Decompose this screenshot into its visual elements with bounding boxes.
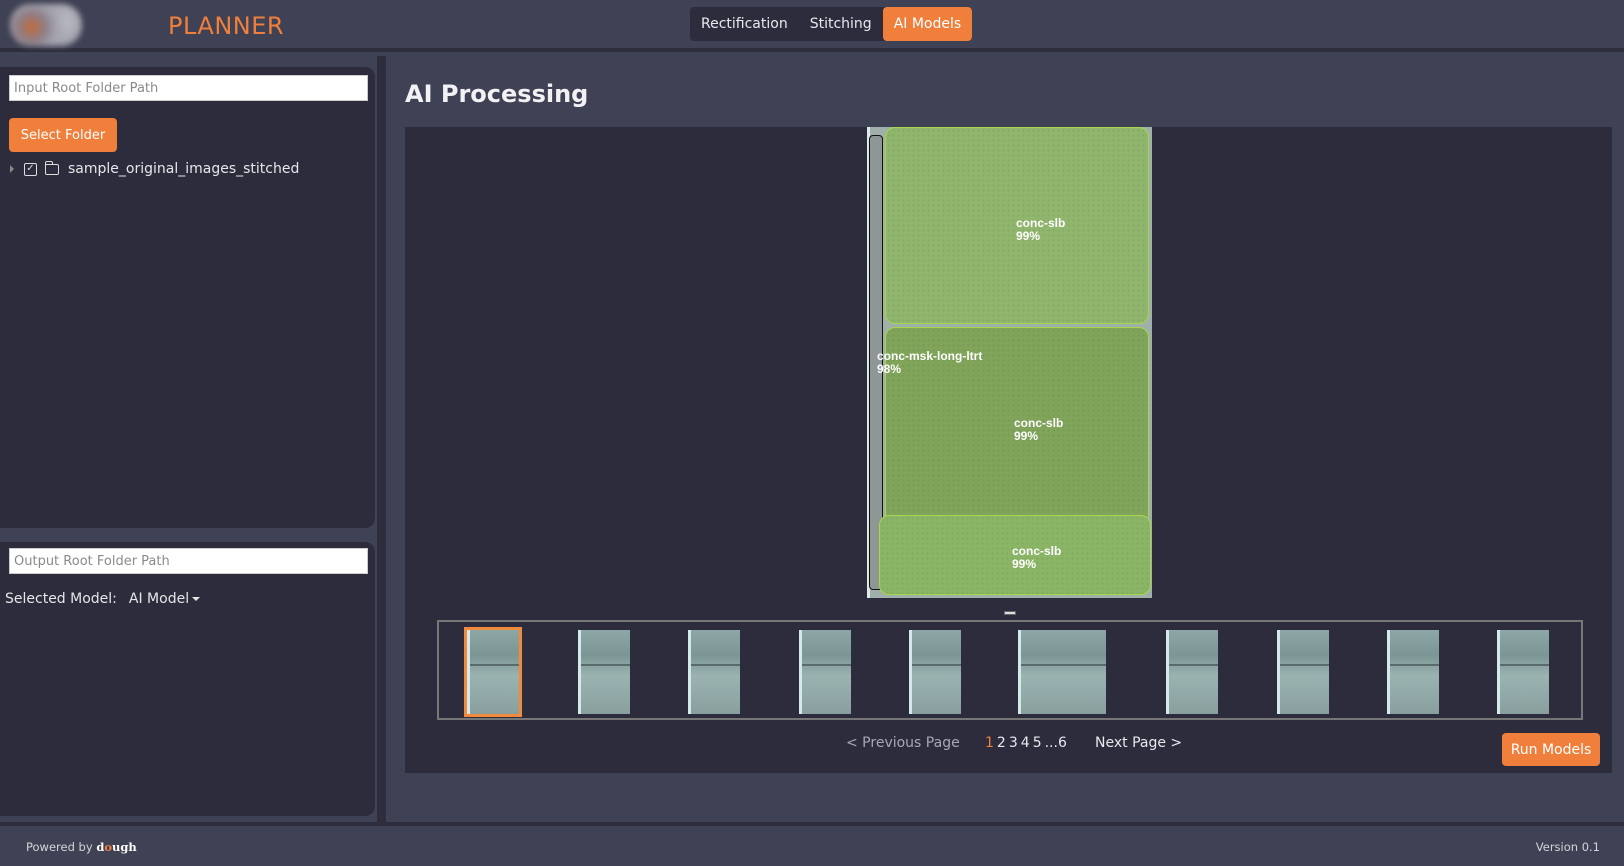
- logo: [10, 4, 82, 46]
- app-title: PLANNER: [168, 12, 285, 40]
- powered-by-text: Powered by: [26, 840, 93, 854]
- brand-letters: ugh: [112, 840, 137, 854]
- thumbnail[interactable]: [1387, 630, 1439, 714]
- detection-label: conc-slb 99%: [1012, 545, 1061, 571]
- detection-preview-image: conc-slb 99% conc-msk-long-ltrt 98% conc…: [867, 127, 1152, 598]
- main-tabs: Rectification Stitching AI Models: [690, 7, 973, 41]
- detection-confidence: 98%: [877, 362, 902, 376]
- input-root-folder-field[interactable]: [9, 75, 368, 101]
- version-label: Version 0.1: [1535, 840, 1600, 854]
- sidebar-resize-handle[interactable]: [377, 56, 386, 826]
- footer: Powered by dough Version 0.1: [0, 822, 1624, 866]
- thumbnail[interactable]: [1018, 630, 1106, 714]
- output-root-folder-field[interactable]: [9, 548, 368, 574]
- scroll-indicator[interactable]: [1004, 611, 1016, 615]
- detection-label: conc-slb 99%: [1014, 417, 1063, 443]
- detection-confidence: 99%: [1012, 557, 1037, 571]
- detection-confidence: 99%: [1016, 229, 1041, 243]
- page-number-link[interactable]: 2: [997, 735, 1006, 751]
- detection-label: conc-msk-long-ltrt 98%: [877, 350, 982, 376]
- next-page-link[interactable]: Next Page >: [1095, 735, 1182, 751]
- previous-page-link[interactable]: < Previous Page: [846, 735, 960, 751]
- powered-by: Powered by dough: [26, 840, 137, 854]
- thumbnail[interactable]: [799, 630, 851, 714]
- image-viewer: conc-slb 99% conc-msk-long-ltrt 98% conc…: [405, 127, 1612, 773]
- detection-confidence: 99%: [1014, 429, 1039, 443]
- page-number-link[interactable]: 1: [985, 735, 994, 751]
- brand-logo: dough: [96, 840, 136, 854]
- detection-label: conc-slb 99%: [1016, 217, 1065, 243]
- page-number-link[interactable]: ...6: [1045, 735, 1067, 751]
- thumbnail[interactable]: [464, 627, 522, 717]
- model-selector-row: Selected Model: AI Model: [5, 591, 201, 607]
- checkbox-checked-icon[interactable]: ✓: [24, 162, 37, 176]
- thumbnail-strip: [437, 620, 1583, 720]
- page-title: AI Processing: [405, 80, 589, 108]
- app-header: PLANNER Rectification Stitching AI Model…: [0, 0, 1624, 52]
- brand-letter-accent: o: [104, 840, 113, 854]
- run-models-button[interactable]: Run Models: [1502, 733, 1600, 766]
- tab-stitching[interactable]: Stitching: [799, 7, 883, 41]
- thumbnail[interactable]: [909, 630, 961, 714]
- page-numbers: 1 2 3 4 5 ...6: [985, 735, 1067, 751]
- expand-caret-icon[interactable]: [10, 165, 14, 173]
- tab-ai-models[interactable]: AI Models: [882, 7, 973, 41]
- thumbnail[interactable]: [688, 630, 740, 714]
- page-number-link[interactable]: 3: [1009, 735, 1018, 751]
- model-dropdown[interactable]: AI Model: [128, 591, 201, 607]
- thumbnail[interactable]: [1497, 630, 1549, 714]
- folder-icon: [44, 160, 59, 175]
- chevron-down-icon: [192, 597, 201, 601]
- page-number-link[interactable]: 4: [1021, 735, 1030, 751]
- output-panel: Selected Model: AI Model: [0, 542, 375, 816]
- thumbnail[interactable]: [1277, 630, 1329, 714]
- tab-rectification[interactable]: Rectification: [690, 7, 799, 41]
- selected-model-label: Selected Model:: [5, 591, 117, 607]
- input-panel: Select Folder ✓ sample_original_images_s…: [0, 67, 375, 528]
- thumbnail[interactable]: [1166, 630, 1218, 714]
- page-number-link[interactable]: 5: [1033, 735, 1042, 751]
- thumbnail[interactable]: [578, 630, 630, 714]
- tree-item-label: sample_original_images_stitched: [68, 161, 300, 177]
- model-dropdown-value: AI Model: [128, 591, 190, 607]
- tree-item-folder[interactable]: ✓ sample_original_images_stitched: [8, 159, 299, 179]
- select-folder-button[interactable]: Select Folder: [9, 118, 117, 152]
